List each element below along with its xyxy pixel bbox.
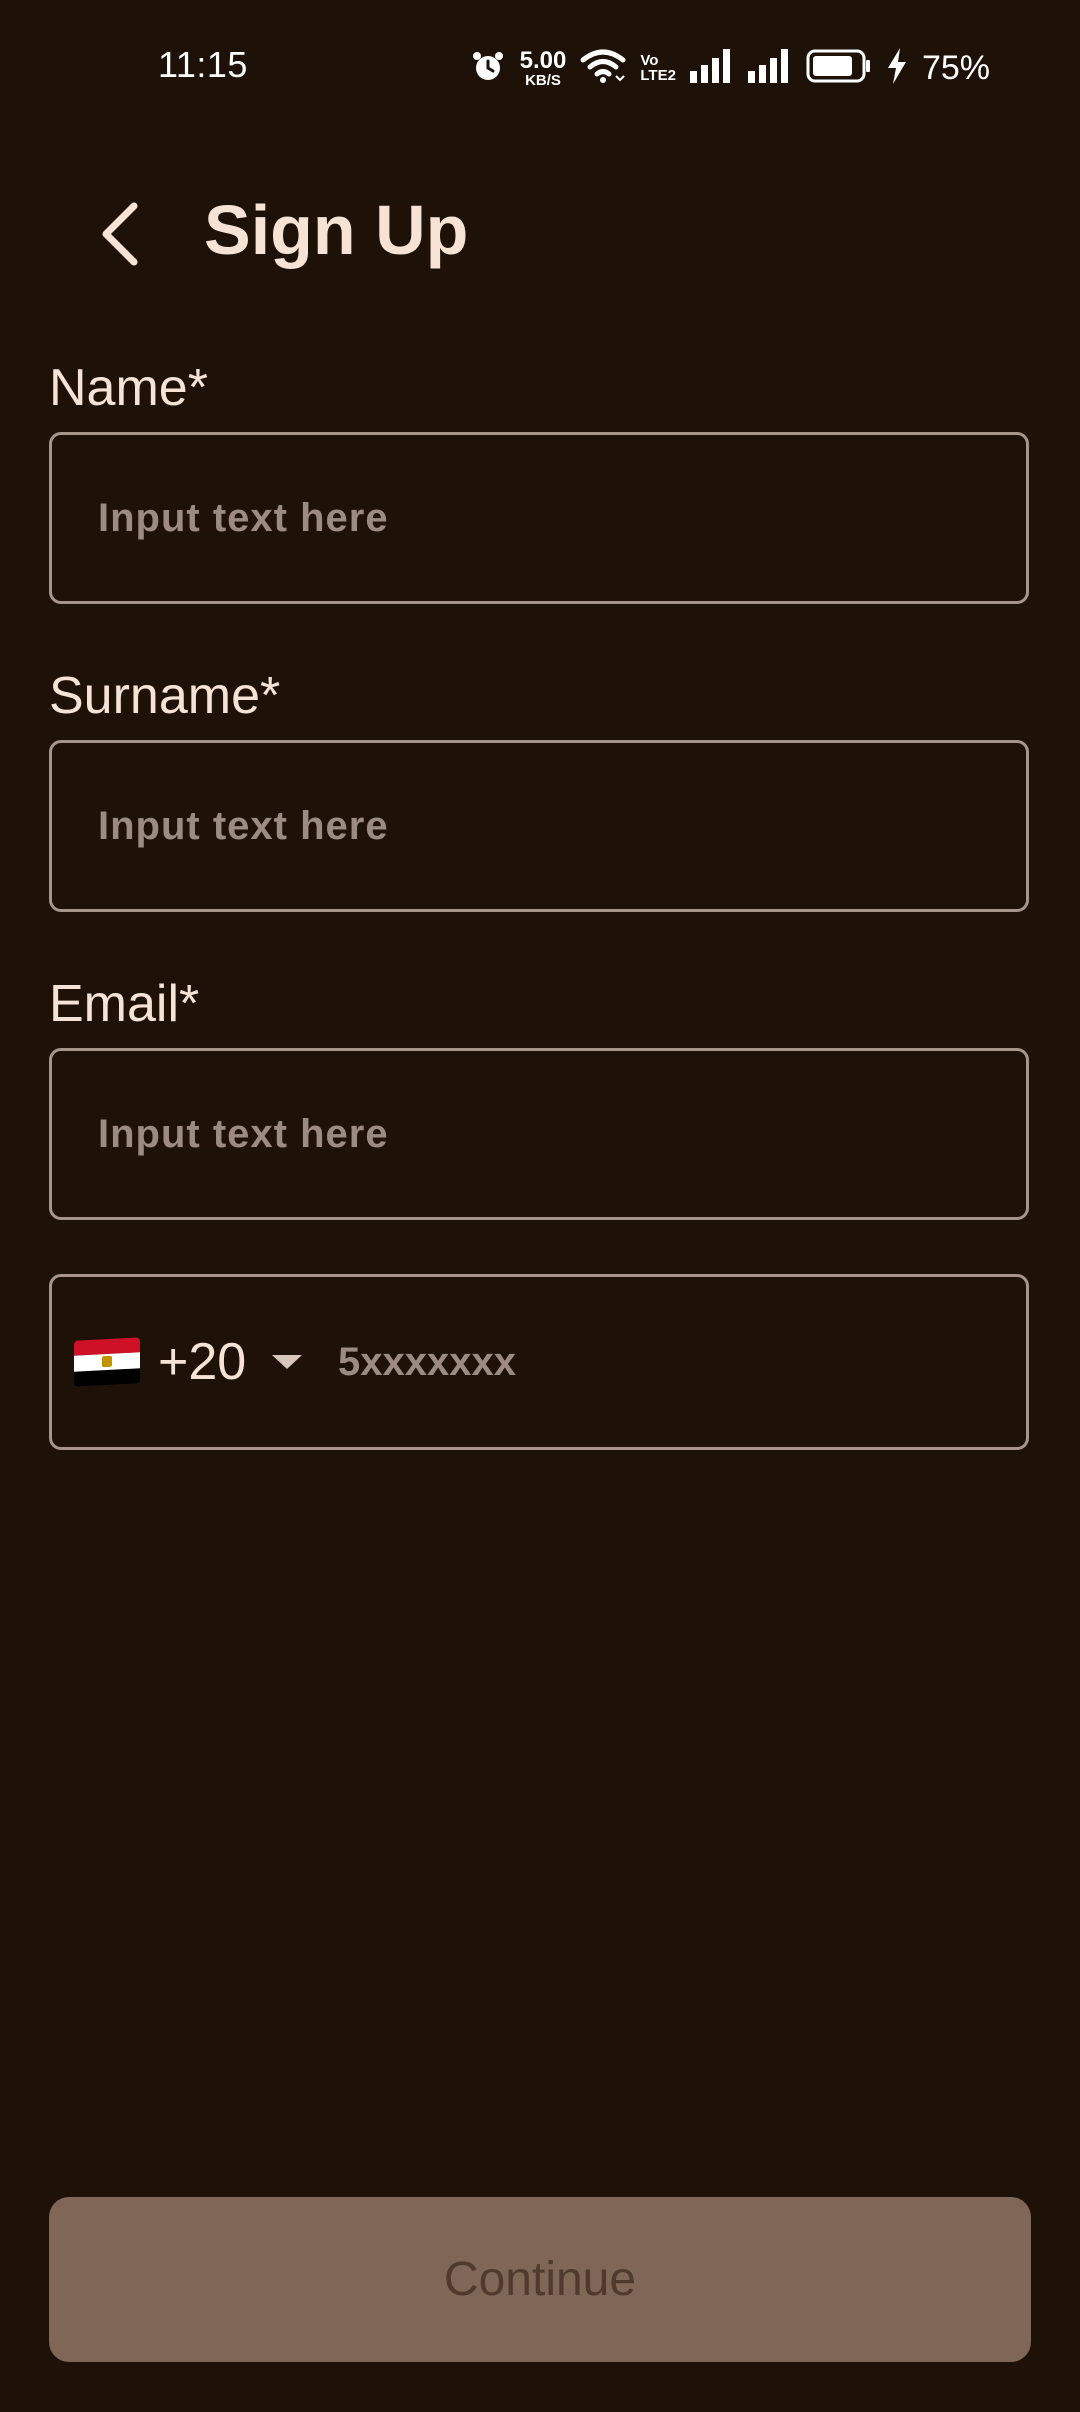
volte-indicator: Vo LTE2 [640, 53, 676, 83]
status-time: 11:15 [158, 44, 248, 85]
email-input[interactable] [98, 1051, 978, 1217]
chevron-left-icon [102, 202, 138, 266]
caret-down-icon [272, 1355, 303, 1369]
signal-icon [747, 48, 792, 88]
name-label: Name* [49, 359, 208, 417]
status-bar: 11:15 5.00 KB/S Vo LTE2 75% [0, 0, 1080, 140]
continue-button[interactable]: Continue [49, 2197, 1031, 2362]
name-input[interactable] [98, 435, 978, 601]
page-title: Sign Up [204, 191, 469, 269]
signal-icon [689, 48, 734, 88]
charging-icon [886, 47, 908, 89]
battery-icon [806, 49, 872, 88]
egypt-flag-icon [74, 1337, 140, 1387]
volte-top: Vo [640, 52, 659, 69]
surname-field-box[interactable] [49, 740, 1029, 912]
phone-field-box: +20 [49, 1274, 1029, 1450]
dial-code: +20 [158, 1333, 247, 1391]
surname-label: Surname* [49, 667, 281, 725]
email-label: Email* [49, 975, 200, 1033]
phone-input[interactable] [338, 1277, 998, 1447]
country-code-picker[interactable]: +20 [74, 1277, 354, 1447]
battery-percent: 75% [921, 48, 990, 87]
sign-up-screen: 11:15 5.00 KB/S Vo LTE2 75% Sign Up Name… [0, 0, 1080, 2412]
app-header: Sign Up [0, 180, 1080, 290]
alarm-icon [470, 48, 506, 89]
network-speed-unit: KB/S [525, 71, 561, 89]
network-speed-value: 5.00 [519, 46, 567, 74]
wifi-icon [580, 48, 626, 89]
volte-bottom: LTE2 [640, 67, 676, 84]
name-field-box[interactable] [49, 432, 1029, 604]
email-field-box[interactable] [49, 1048, 1029, 1220]
network-speed: 5.00 KB/S [519, 46, 567, 89]
status-icons: 5.00 KB/S Vo LTE2 75% [470, 40, 990, 96]
back-button[interactable] [80, 192, 160, 276]
surname-input[interactable] [98, 743, 978, 909]
